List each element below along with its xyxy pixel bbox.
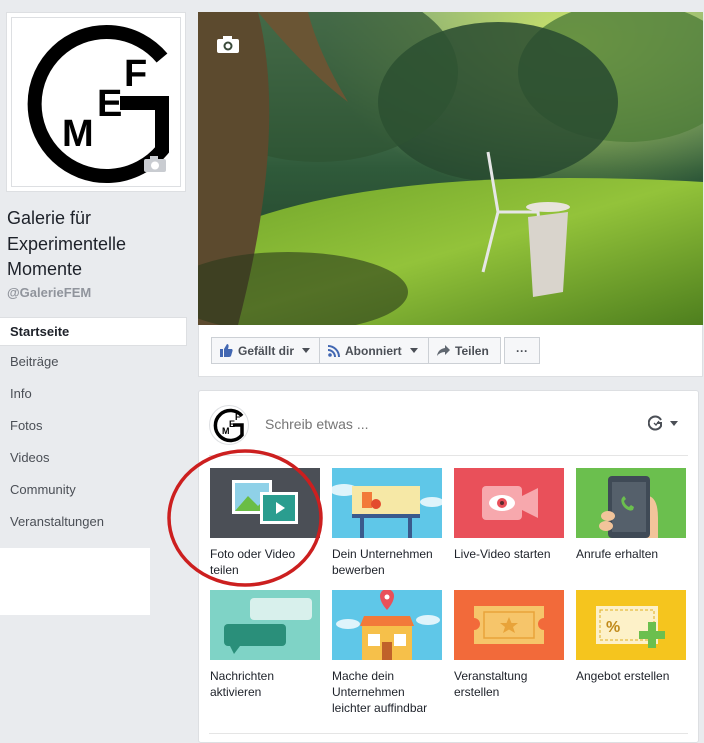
camera-icon[interactable] [217,36,239,53]
nav-item-veranstaltungen[interactable]: Veranstaltungen [0,506,187,538]
nav-item-info[interactable]: Info [0,378,187,410]
nav-item-beitraege[interactable]: Beiträge [0,346,187,378]
chat-bubbles-icon [210,590,320,660]
tile-live-video[interactable]: Live-Video starten [454,468,564,562]
page-title: Galerie für Experimentelle Momente [7,208,127,279]
tile-label: Mache dein Unternehmen leichter auffindb… [332,669,428,715]
chevron-down-icon [670,420,678,426]
composer-input[interactable] [265,413,565,435]
cover-image [198,12,703,325]
follow-label: Abonniert [345,343,402,358]
annotation-circle [167,449,323,587]
more-dots-icon: ··· [516,343,528,358]
share-arrow-icon [437,345,450,356]
nav-item-community[interactable]: Community [0,474,187,506]
tile-create-offer[interactable]: % Angebot erstellen [576,590,686,684]
page-selector-icon [648,415,662,431]
nav-item-videos[interactable]: Videos [0,442,187,474]
thumbs-up-icon [220,344,233,357]
tile-label: Dein Unternehmen bewerben [332,547,433,577]
billboard-icon [332,468,442,538]
share-label: Teilen [455,343,489,358]
tile-findable[interactable]: Mache dein Unternehmen leichter auffindb… [332,590,442,716]
like-button[interactable]: Gefällt dir [211,337,320,364]
svg-text:E: E [97,83,122,125]
rss-icon [328,344,340,357]
divider [209,733,688,734]
tile-get-calls[interactable]: Anrufe erhalten [576,468,686,562]
store-location-icon [332,590,442,660]
tile-label: Anrufe erhalten [576,547,659,561]
tile-label: Nachrichten aktivieren [210,669,275,699]
phone-call-icon [576,468,686,538]
chevron-down-icon [409,348,418,353]
share-button[interactable]: Teilen [428,337,501,364]
blank-panel [0,548,150,615]
ticket-icon [454,590,564,660]
more-button[interactable]: ··· [504,337,540,364]
live-video-icon [454,468,564,538]
page-action-bar: Gefällt dir Abonniert Teilen ··· [198,325,703,377]
tile-label: Veranstaltung erstellen [454,669,528,699]
svg-text:F: F [124,53,147,95]
tile-label: Live-Video starten [454,547,551,561]
nav-item-startseite[interactable]: Startseite [0,317,187,346]
tile-label: Angebot erstellen [576,669,670,683]
page-handle[interactable]: @GalerieFEM [7,285,91,300]
post-as-selector[interactable] [648,415,678,431]
tile-create-event[interactable]: Veranstaltung erstellen [454,590,564,700]
nav-item-fotos[interactable]: Fotos [0,410,187,442]
camera-icon[interactable] [144,156,166,172]
tile-promote-business[interactable]: Dein Unternehmen bewerben [332,468,442,578]
coupon-icon: % [576,590,686,660]
page-avatar: M E F [209,405,249,445]
svg-text:M: M [62,113,94,155]
like-label: Gefällt dir [238,343,295,358]
tile-messages[interactable]: Nachrichten aktivieren [210,590,320,700]
profile-picture[interactable]: M E F [6,12,186,192]
cover-photo[interactable] [198,12,703,325]
svg-text:%: % [606,619,620,636]
svg-text:F: F [235,412,241,422]
left-nav: Startseite Beiträge Info Fotos Videos Co… [0,317,187,538]
follow-button[interactable]: Abonniert [319,337,429,364]
chevron-down-icon [302,348,311,353]
